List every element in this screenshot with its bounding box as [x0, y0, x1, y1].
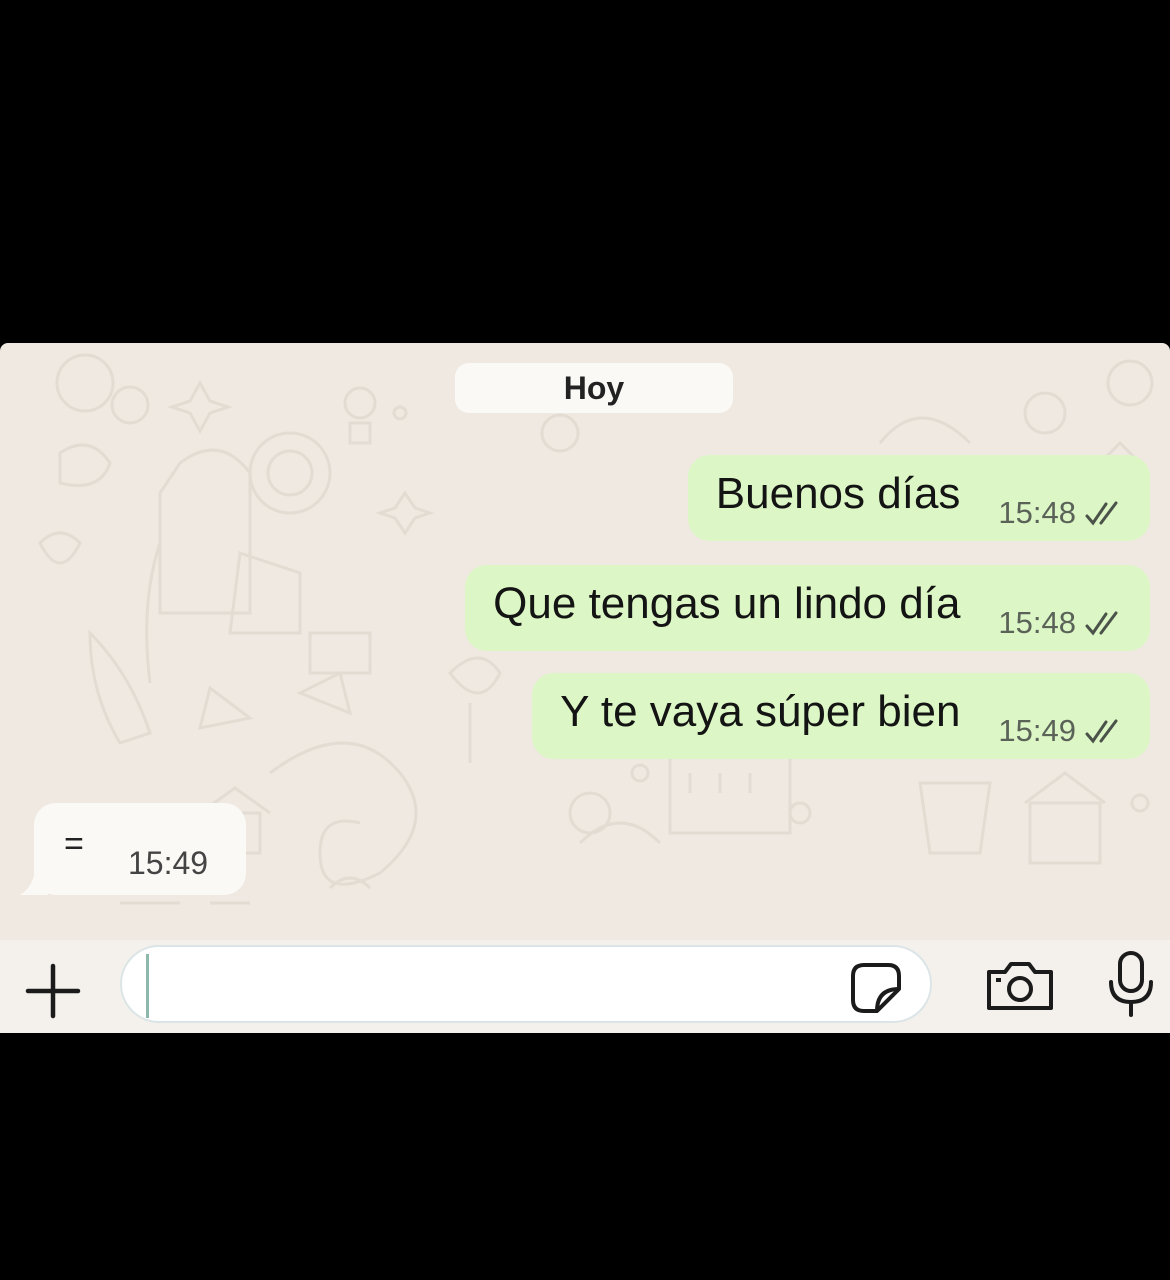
sticker-icon[interactable]: [850, 962, 902, 1014]
message-text: =: [64, 825, 84, 863]
double-check-icon: [1085, 501, 1118, 526]
double-check-icon: [1085, 719, 1118, 744]
bubble-tail: [20, 865, 48, 895]
outgoing-message[interactable]: Que tengas un lindo día 15:48: [465, 565, 1150, 651]
plus-icon[interactable]: [22, 960, 84, 1022]
microphone-icon[interactable]: [1104, 950, 1158, 1020]
message-time: 15:49: [128, 845, 209, 881]
message-time: 15:48: [998, 605, 1076, 640]
message-input[interactable]: [120, 945, 932, 1023]
text-cursor: [146, 954, 149, 1018]
incoming-message[interactable]: = 15:49: [20, 803, 246, 895]
outgoing-message[interactable]: Y te vaya súper bien 15:49: [532, 673, 1150, 759]
message-meta: 15:48: [998, 495, 1124, 531]
message-time: 15:49: [998, 713, 1076, 748]
message-text: Que tengas un lindo día: [493, 579, 961, 628]
outgoing-message[interactable]: Buenos días 15:48: [687, 455, 1150, 541]
date-separator: Hoy: [455, 363, 733, 413]
message-composer: [0, 940, 1170, 1033]
message-time: 15:48: [998, 495, 1076, 530]
chat-window: Hoy Buenos días 15:48 Que tengas un lind…: [0, 343, 1170, 1033]
message-meta: 15:49: [998, 713, 1124, 749]
message-text: Buenos días: [715, 469, 961, 518]
message-text: Y te vaya súper bien: [560, 687, 961, 736]
camera-icon[interactable]: [985, 960, 1055, 1012]
message-meta: 15:48: [998, 605, 1124, 641]
double-check-icon: [1085, 611, 1118, 636]
